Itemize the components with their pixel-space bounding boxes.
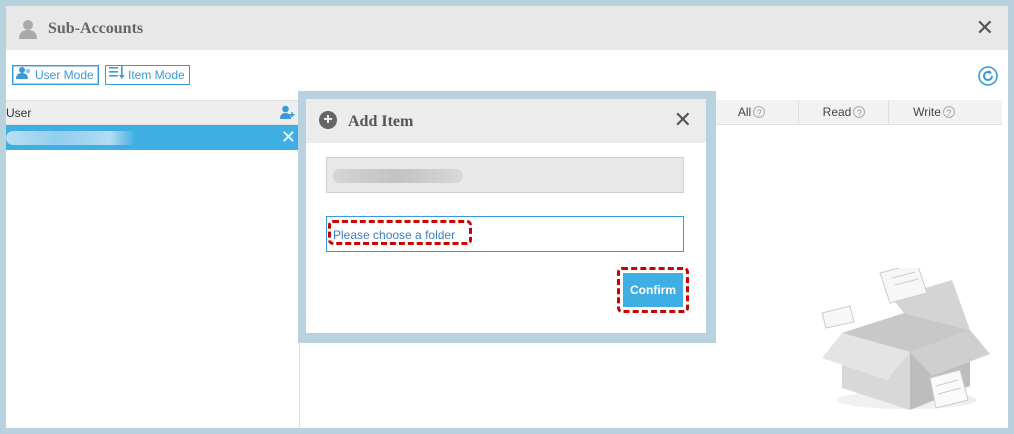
plus-icon: +: [319, 111, 337, 129]
user-row-selected[interactable]: ✕: [6, 125, 299, 150]
column-read-label: Read: [822, 105, 852, 119]
item-mode-label: Item Mode: [128, 68, 185, 82]
add-item-dialog-frame: + Add Item ✕ Please choose a folder Conf…: [298, 91, 716, 343]
close-icon[interactable]: ✕: [674, 109, 692, 131]
users-header-label: User: [6, 106, 32, 120]
column-all-label: All: [737, 105, 752, 119]
redacted-username: [6, 131, 136, 145]
users-panel-header: User: [6, 100, 299, 125]
remove-user-icon[interactable]: ✕: [281, 127, 296, 147]
refresh-icon[interactable]: [978, 66, 998, 89]
user-mode-icon: [16, 66, 32, 84]
column-write: Write ?: [888, 100, 979, 124]
highlight-folder-field: [328, 220, 472, 245]
column-read: Read ?: [798, 100, 889, 124]
highlight-confirm-button: [617, 267, 689, 313]
column-write-label: Write: [913, 105, 941, 119]
user-mode-label: User Mode: [35, 68, 94, 82]
user-mode-button[interactable]: User Mode: [12, 65, 99, 85]
redacted-account-name: [333, 169, 463, 183]
window-title: Sub-Accounts: [48, 20, 144, 37]
window-titlebar: Sub-Accounts ✕: [6, 6, 1008, 50]
item-mode-icon: [109, 66, 125, 84]
sub-account-field: [326, 157, 684, 193]
question-icon[interactable]: ?: [853, 106, 866, 118]
question-icon[interactable]: ?: [753, 106, 766, 118]
close-icon[interactable]: ✕: [976, 17, 994, 39]
user-icon: [18, 19, 38, 42]
column-all: All ?: [703, 100, 799, 124]
item-mode-button[interactable]: Item Mode: [105, 65, 190, 85]
empty-box-illustration: [812, 262, 992, 421]
add-item-dialog: + Add Item ✕ Please choose a folder Conf…: [306, 99, 706, 333]
question-icon[interactable]: ?: [942, 106, 955, 118]
dialog-title: Add Item: [348, 113, 414, 130]
users-panel: User ✕: [6, 100, 300, 428]
dialog-header: + Add Item ✕: [306, 99, 706, 143]
add-user-icon[interactable]: [280, 105, 295, 123]
